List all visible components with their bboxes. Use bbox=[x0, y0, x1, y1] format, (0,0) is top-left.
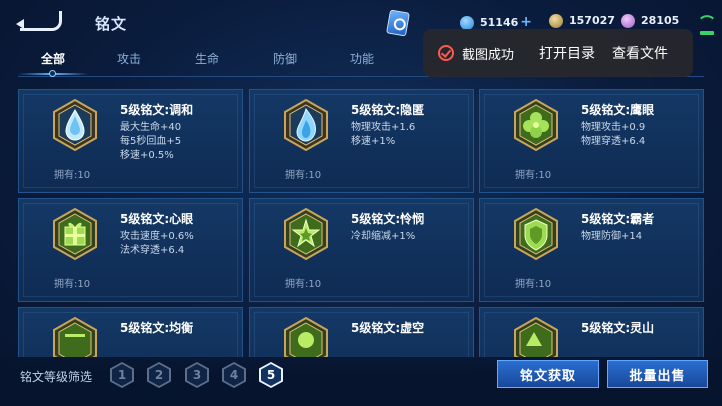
currency-diamond[interactable]: 51146 + bbox=[460, 14, 532, 30]
level-filter-label: 铭文等级筛选 bbox=[20, 370, 93, 384]
diamond-coin-icon bbox=[460, 16, 474, 30]
bottom-bar: 铭文等级筛选 1 2 3 4 5 铭文获取 批量出售 bbox=[0, 357, 722, 406]
card-stats: 物理攻击+0.9 物理穿透+6.4 bbox=[581, 121, 645, 149]
owned-count: 拥有:10 bbox=[285, 170, 322, 181]
card-name: 5级铭文:灵山 bbox=[581, 321, 655, 335]
level-filter-label-4: 4 bbox=[224, 364, 244, 386]
level-filter-5[interactable]: 5 bbox=[259, 362, 283, 388]
card-name: 5级铭文:虚空 bbox=[351, 321, 425, 335]
inscription-card[interactable]: 5级铭文:心眼 攻击速度+0.6% 法术穿透+6.4 拥有:10 bbox=[18, 198, 243, 302]
inscription-card[interactable]: 5级铭文:虚空 bbox=[249, 307, 474, 357]
crystal-coin-icon bbox=[621, 14, 635, 28]
mountain-emblem-icon bbox=[512, 316, 560, 357]
level-filter-label-2: 2 bbox=[149, 364, 169, 386]
card-name: 5级铭文:怜悯 bbox=[351, 212, 425, 226]
inscription-card[interactable]: 5级铭文:霸者 物理防御+14 拥有:10 bbox=[479, 198, 704, 302]
card-stats: 攻击速度+0.6% 法术穿透+6.4 bbox=[120, 230, 194, 258]
card-stat-line: 法术穿透+6.4 bbox=[120, 245, 185, 256]
card-name: 5级铭文:霸者 bbox=[581, 212, 655, 226]
level-filter-label-1: 1 bbox=[112, 364, 132, 386]
card-stats: 物理攻击+1.6 移速+1% bbox=[351, 121, 415, 149]
inscription-card[interactable]: 5级铭文:鹰眼 物理攻击+0.9 物理穿透+6.4 拥有:10 bbox=[479, 89, 704, 193]
bulk-sell-button[interactable]: 批量出售 bbox=[607, 360, 708, 388]
owned-count: 拥有:10 bbox=[285, 279, 322, 290]
screenshot-toast: 截图成功 打开目录 查看文件 bbox=[423, 29, 693, 77]
tab-utility[interactable]: 功能 bbox=[350, 50, 374, 67]
tab-attack[interactable]: 攻击 bbox=[117, 50, 141, 67]
toast-message: 截图成功 bbox=[462, 48, 515, 63]
clover-emblem-icon bbox=[512, 98, 560, 152]
acquire-inscription-button[interactable]: 铭文获取 bbox=[497, 360, 599, 388]
card-stats: 物理防御+14 bbox=[581, 230, 642, 244]
card-stat-line: 物理攻击+0.9 bbox=[581, 122, 646, 133]
view-file-link[interactable]: 查看文件 bbox=[612, 43, 668, 63]
star-emblem-icon bbox=[282, 207, 330, 261]
inscription-card[interactable]: 5级铭文:均衡 bbox=[18, 307, 243, 357]
card-stat-line: 攻击速度+0.6% bbox=[120, 231, 194, 242]
card-name: 5级铭文:心眼 bbox=[120, 212, 194, 226]
void-emblem-icon bbox=[282, 316, 330, 357]
owned-count: 拥有:10 bbox=[515, 279, 552, 290]
currency-gold: 157027 bbox=[549, 14, 615, 28]
card-stat-line: 最大生命+40 bbox=[120, 122, 182, 133]
level-filter-4[interactable]: 4 bbox=[222, 362, 246, 388]
inscription-book-icon[interactable] bbox=[386, 9, 410, 37]
page-title: 铭文 bbox=[95, 15, 128, 33]
active-tab-dot bbox=[49, 70, 56, 77]
inscription-card[interactable]: 5级铭文:调和 最大生命+40 每5秒回血+5 移速+0.5% 拥有:10 bbox=[18, 89, 243, 193]
card-name: 5级铭文:均衡 bbox=[120, 321, 194, 335]
open-directory-link[interactable]: 打开目录 bbox=[539, 43, 595, 63]
card-name: 5级铭文:鹰眼 bbox=[581, 103, 655, 117]
currency-diamond-value: 51146 bbox=[480, 16, 519, 29]
card-name: 5级铭文:调和 bbox=[120, 103, 194, 117]
level-filter-1[interactable]: 1 bbox=[110, 362, 134, 388]
gold-coin-icon bbox=[549, 14, 563, 28]
currency-crystal-value: 28105 bbox=[641, 14, 680, 27]
shield-emblem-icon bbox=[512, 207, 560, 261]
tab-health[interactable]: 生命 bbox=[195, 50, 219, 67]
card-stats: 最大生命+40 每5秒回血+5 移速+0.5% bbox=[120, 121, 181, 163]
owned-count: 拥有:10 bbox=[54, 170, 91, 181]
level-filter-3[interactable]: 3 bbox=[185, 362, 209, 388]
card-stat-line: 冷却缩减+1% bbox=[351, 231, 416, 242]
water-drop-emblem-icon bbox=[51, 98, 99, 152]
tab-defense[interactable]: 防御 bbox=[273, 50, 297, 67]
currency-crystal: 28105 bbox=[621, 14, 679, 28]
level-filter-label-3: 3 bbox=[187, 364, 207, 386]
back-arrow-icon[interactable] bbox=[16, 11, 62, 31]
card-stat-line: 物理攻击+1.6 bbox=[351, 122, 416, 133]
tab-all[interactable]: 全部 bbox=[41, 50, 65, 67]
card-stat-line: 移速+1% bbox=[351, 136, 396, 147]
inscription-card[interactable]: 5级铭文:灵山 bbox=[479, 307, 704, 357]
card-stats: 冷却缩减+1% bbox=[351, 230, 415, 244]
balance-emblem-icon bbox=[51, 316, 99, 357]
owned-count: 拥有:10 bbox=[54, 279, 91, 290]
owned-count: 拥有:10 bbox=[515, 170, 552, 181]
check-circle-icon bbox=[438, 45, 454, 61]
add-diamond-button[interactable]: + bbox=[520, 14, 532, 30]
wifi-signal-icon bbox=[699, 10, 715, 35]
flame-emblem-icon bbox=[282, 98, 330, 152]
inscription-card[interactable]: 5级铭文:隐匿 物理攻击+1.6 移速+1% 拥有:10 bbox=[249, 89, 474, 193]
level-filter-2[interactable]: 2 bbox=[147, 362, 171, 388]
gift-emblem-icon bbox=[51, 207, 99, 261]
inscription-card[interactable]: 5级铭文:怜悯 冷却缩减+1% 拥有:10 bbox=[249, 198, 474, 302]
card-stat-line: 物理穿透+6.4 bbox=[581, 136, 646, 147]
card-stat-line: 移速+0.5% bbox=[120, 150, 174, 161]
card-name: 5级铭文:隐匿 bbox=[351, 103, 425, 117]
card-stat-line: 每5秒回血+5 bbox=[120, 136, 182, 147]
level-filter-label-5: 5 bbox=[261, 364, 281, 386]
currency-gold-value: 157027 bbox=[569, 14, 615, 27]
card-stat-line: 物理防御+14 bbox=[581, 231, 643, 242]
inscription-grid[interactable]: 5级铭文:调和 最大生命+40 每5秒回血+5 移速+0.5% 拥有:10 5级… bbox=[18, 89, 704, 357]
